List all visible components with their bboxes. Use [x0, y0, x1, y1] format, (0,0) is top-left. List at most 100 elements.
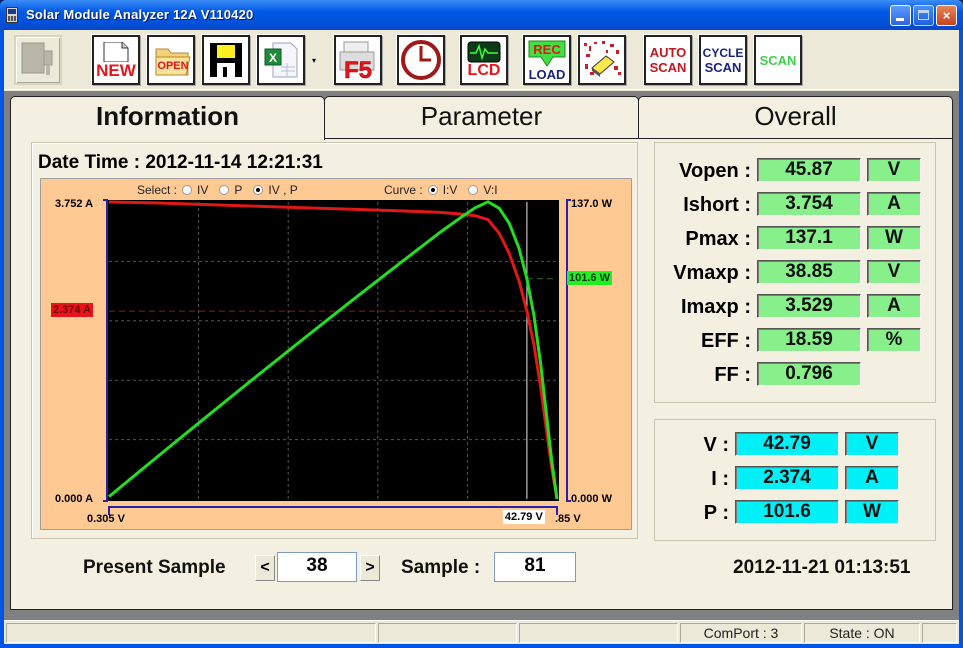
- open-label: OPEN: [157, 60, 188, 72]
- readout-value: 2.374: [735, 466, 839, 490]
- connect-plug-icon: [21, 42, 53, 75]
- excel-export-icon: X: [264, 42, 298, 78]
- open-button[interactable]: OPEN: [147, 35, 195, 85]
- param-unit: V: [867, 260, 921, 284]
- param-value: 0.796: [757, 362, 861, 386]
- auto-scan-button[interactable]: AUTO SCAN: [644, 35, 692, 85]
- status-bar: ComPort : 3 State : ON: [4, 620, 959, 644]
- present-sample-field[interactable]: 38: [277, 552, 357, 582]
- param-unit: W: [867, 226, 921, 250]
- readout-unit: W: [845, 500, 899, 524]
- erase-button[interactable]: [578, 35, 626, 85]
- readout-unit: V: [845, 432, 899, 456]
- param-row: Ishort : 3.754 A: [655, 192, 935, 218]
- param-value: 3.754: [757, 192, 861, 216]
- y-right-top-tick: 137.0 W: [571, 198, 612, 210]
- measurement-datetime: Date Time : 2012-11-14 12:21:31: [38, 152, 323, 173]
- clock-icon: [401, 40, 441, 80]
- client-area: NEW OPEN X ▾ F5 LCD REC LOAD AUTO SCAN C…: [4, 30, 959, 644]
- param-value: 3.529: [757, 294, 861, 318]
- iv-pv-chart[interactable]: [41, 179, 633, 531]
- x-left-tick: 0.305 V: [87, 513, 125, 525]
- param-unit: A: [867, 192, 921, 216]
- connect-button[interactable]: [14, 35, 62, 85]
- tab-information[interactable]: Information: [10, 96, 325, 140]
- tab-overall[interactable]: Overall: [638, 96, 953, 138]
- param-label: Pmax :: [685, 228, 751, 250]
- status-cell-3: [519, 623, 678, 643]
- readout-row: P : 101.6 W: [655, 500, 935, 526]
- scan-button[interactable]: SCAN: [754, 35, 802, 85]
- plot-area: [107, 200, 559, 501]
- rec-load-button[interactable]: REC LOAD: [523, 35, 571, 85]
- app-window: Solar Module Analyzer 12A V110420 × NEW …: [0, 0, 963, 648]
- cycle-scan-button[interactable]: CYCLE SCAN: [699, 35, 747, 85]
- status-cell-2: [378, 623, 517, 643]
- lcd-button[interactable]: LCD: [460, 35, 508, 85]
- title-bar[interactable]: Solar Module Analyzer 12A V110420 ×: [0, 0, 963, 30]
- param-label: EFF :: [701, 330, 751, 352]
- param-value: 45.87: [757, 158, 861, 182]
- lcd-label: LCD: [467, 62, 501, 79]
- param-row: EFF : 18.59%: [655, 328, 935, 354]
- x-axis: [108, 506, 558, 515]
- readout-label: P :: [703, 502, 729, 524]
- cursor-current-tag: 2.374 A: [51, 303, 94, 318]
- new-document-icon: [103, 41, 129, 62]
- minimize-button[interactable]: [890, 5, 911, 26]
- sample-navigation: Present Sample < 38 > Sample : 81 2012-1…: [11, 549, 952, 589]
- readout-label: I :: [711, 468, 729, 490]
- save-button[interactable]: [202, 35, 250, 85]
- x-right-tick: .85 V: [555, 513, 581, 525]
- load-label: LOAD: [528, 66, 566, 82]
- maximize-icon: [918, 10, 929, 20]
- maximize-button[interactable]: [913, 5, 934, 26]
- y-left-axis: [103, 199, 108, 502]
- cursor-readout: V : 42.79 V I : 2.374 A P : 101.6 W: [654, 419, 936, 541]
- cycle-scan-label-top: CYCLE: [702, 45, 744, 60]
- readout-row: I : 2.374 A: [655, 466, 935, 492]
- export-dropdown-arrow[interactable]: ▾: [312, 56, 316, 65]
- chart-group: Date Time : 2012-11-14 12:21:31 Select :…: [31, 142, 638, 539]
- param-value: 137.1: [757, 226, 861, 250]
- work-area: Information Parameter Overall Date Time …: [4, 91, 959, 621]
- tab-parameter[interactable]: Parameter: [324, 96, 639, 138]
- param-unit: A: [867, 294, 921, 318]
- minimize-icon: [896, 18, 904, 21]
- auto-scan-label-top: AUTO: [649, 45, 687, 60]
- previous-sample-button[interactable]: <: [255, 555, 275, 581]
- param-label: Vmaxp :: [673, 262, 751, 284]
- y-left-bottom-tick: 0.000 A: [55, 493, 94, 505]
- eraser-icon: [584, 41, 621, 77]
- new-button[interactable]: NEW: [92, 35, 140, 85]
- close-button[interactable]: ×: [936, 5, 957, 26]
- param-unit: %: [867, 328, 921, 352]
- readout-value: 42.79: [735, 432, 839, 456]
- cursor-power-tag: 101.6 W: [567, 270, 612, 285]
- param-label: Imaxp :: [680, 296, 751, 318]
- window-title: Solar Module Analyzer 12A V110420: [26, 7, 254, 22]
- rec-label: REC: [533, 42, 561, 57]
- readout-label: V :: [703, 434, 729, 456]
- close-icon: ×: [942, 8, 951, 23]
- readout-unit: A: [845, 466, 899, 490]
- param-value: 38.85: [757, 260, 861, 284]
- param-row: FF : 0.796: [655, 362, 935, 388]
- floppy-disk-icon: [210, 43, 242, 77]
- print-button[interactable]: F5: [334, 35, 382, 85]
- svg-text:X: X: [269, 51, 277, 65]
- excel-button[interactable]: X: [257, 35, 305, 85]
- param-row: Pmax : 137.1 W: [655, 226, 935, 252]
- next-sample-button[interactable]: >: [360, 555, 380, 581]
- app-icon: [6, 7, 18, 23]
- param-value: 18.59: [757, 328, 861, 352]
- param-row: Imaxp : 3.529 A: [655, 294, 935, 320]
- readout-value: 101.6: [735, 500, 839, 524]
- y-left-top-tick: 3.752 A: [55, 198, 94, 210]
- status-cell-6: [922, 623, 957, 643]
- clock-button[interactable]: [397, 35, 445, 85]
- comport-status: ComPort : 3: [680, 623, 802, 643]
- y-right-bottom-tick: 0.000 W: [571, 493, 612, 505]
- cycle-scan-label: SCAN: [704, 59, 742, 75]
- information-panel: Date Time : 2012-11-14 12:21:31 Select :…: [10, 138, 953, 610]
